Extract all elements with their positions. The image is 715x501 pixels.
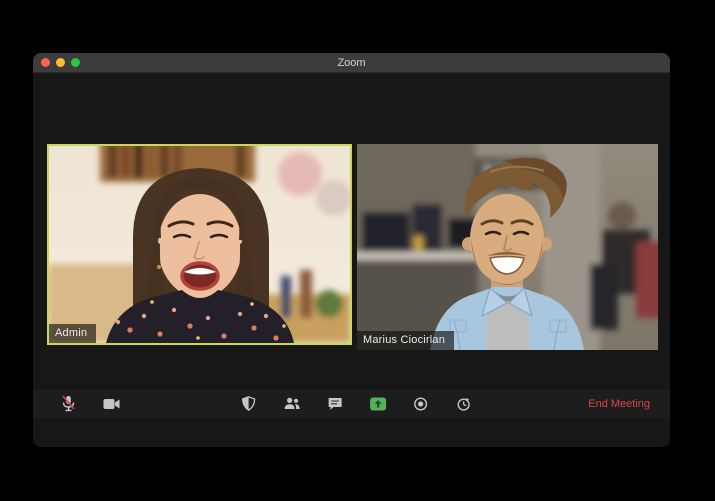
traffic-lights (33, 58, 80, 67)
share-screen-button[interactable] (369, 395, 386, 412)
meeting-content: Admin Marius Ciocirlan End Meeting (33, 73, 670, 418)
security-button[interactable] (240, 395, 257, 412)
video-button[interactable] (103, 395, 120, 412)
zoom-app-window: Zoom Admin Marius Ciocirlan End Meeting (33, 53, 670, 447)
video-grid: Admin Marius Ciocirlan (47, 144, 658, 350)
timer-button[interactable] (455, 395, 472, 412)
toolbar-center-group (240, 395, 472, 412)
video-tile-marius[interactable]: Marius Ciocirlan (357, 144, 658, 350)
participants-icon (284, 397, 300, 409)
close-window-button[interactable] (41, 58, 50, 67)
marius-video-feed (357, 144, 658, 350)
video-camera-icon (103, 398, 120, 409)
record-icon (414, 396, 428, 411)
share-screen-icon (369, 397, 386, 410)
chat-button[interactable] (326, 395, 343, 412)
shield-security-icon (241, 396, 256, 411)
meeting-toolbar: End Meeting (33, 388, 670, 418)
minimize-window-button[interactable] (56, 58, 65, 67)
window-title: Zoom (337, 56, 366, 69)
clock-icon (457, 397, 470, 411)
titlebar: Zoom (33, 53, 670, 73)
toolbar-left-group (33, 395, 120, 412)
participant-name-label: Admin (49, 324, 97, 343)
participants-button[interactable] (283, 395, 300, 412)
participant-name-label: Marius Ciocirlan (357, 331, 455, 350)
mute-button[interactable] (60, 395, 77, 412)
maximize-window-button[interactable] (71, 58, 80, 67)
video-tile-admin[interactable]: Admin (47, 144, 352, 345)
end-meeting-button[interactable]: End Meeting (582, 397, 656, 411)
record-button[interactable] (412, 395, 429, 412)
chat-bubble-icon (328, 397, 342, 410)
admin-video-feed (49, 146, 350, 343)
microphone-muted-icon (62, 395, 75, 412)
